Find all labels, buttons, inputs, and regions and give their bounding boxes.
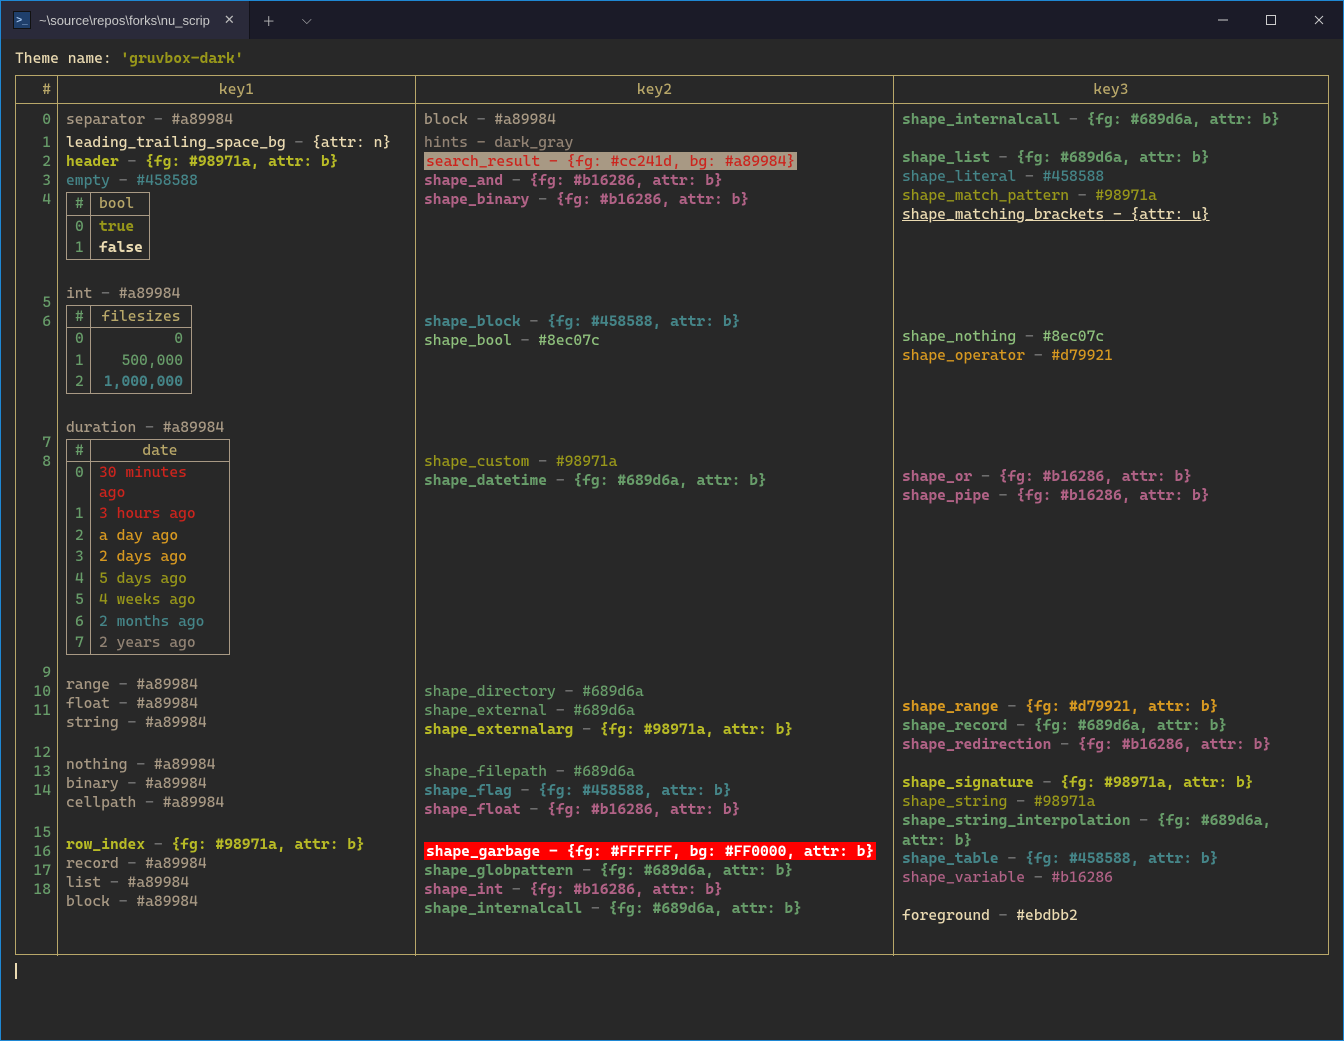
hdr-key3: key3 — [894, 76, 1328, 104]
maximize-button[interactable] — [1247, 1, 1295, 39]
theme-value: 'gruvbox-dark' — [120, 49, 243, 67]
row-index-column: 0 1 2 3 4 5 6 7 8 9 10 11 — [16, 104, 58, 956]
col-key2: block - #a89984 hints - dark_gray search… — [416, 104, 894, 956]
filesizes-table: #filesizes 00 1500,000 21,000,000 — [66, 305, 192, 394]
minimize-button[interactable] — [1199, 1, 1247, 39]
search-result-highlight: search_result - {fg: #cc241d, bg: #a8998… — [424, 152, 797, 170]
tab-close-icon[interactable]: ✕ — [220, 10, 239, 30]
bool-table: #bool 0true 1false — [66, 192, 150, 260]
hdr-key1: key1 — [58, 76, 416, 104]
table-header: # key1 key2 key3 — [16, 76, 1328, 105]
col-key1: separator - #a89984 leading_trailing_spa… — [58, 104, 416, 956]
tab-title: ~\source\repos\forks\nu_scrip — [39, 13, 210, 28]
terminal[interactable]: Theme name: 'gruvbox-dark' # key1 key2 k… — [1, 39, 1343, 1040]
theme-label: Theme name: — [15, 49, 112, 67]
prompt-line[interactable] — [5, 955, 1339, 987]
shape-garbage-highlight: shape_garbage - {fg: #FFFFFF, bg: #FF000… — [424, 842, 876, 860]
tab-dropdown-button[interactable]: ⌵ — [288, 1, 326, 39]
window-frame: >_ ~\source\repos\forks\nu_scrip ✕ ＋ ⌵ T… — [0, 0, 1344, 1041]
table-outer: # key1 key2 key3 0 1 2 3 4 5 6 — [15, 75, 1329, 955]
theme-line: Theme name: 'gruvbox-dark' — [5, 45, 1339, 75]
close-button[interactable] — [1295, 1, 1343, 39]
cursor-icon — [15, 963, 17, 979]
new-tab-button[interactable]: ＋ — [250, 1, 288, 39]
tab-active[interactable]: >_ ~\source\repos\forks\nu_scrip ✕ — [1, 1, 250, 39]
titlebar: >_ ~\source\repos\forks\nu_scrip ✕ ＋ ⌵ — [1, 1, 1343, 39]
hdr-key2: key2 — [416, 76, 894, 104]
col-key3: shape_internalcall - {fg: #689d6a, attr:… — [894, 104, 1328, 956]
hdr-idx: # — [16, 76, 58, 104]
date-table: #date 030 minutes ago 13 hours ago 2a da… — [66, 439, 230, 655]
powershell-icon: >_ — [13, 11, 31, 29]
